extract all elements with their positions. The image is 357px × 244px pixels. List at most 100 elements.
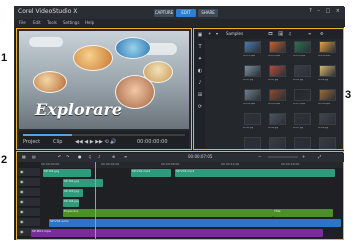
track-eye-icon[interactable]: ◉: [20, 189, 24, 194]
clip-label: SP-V04.wmv: [50, 219, 69, 223]
timeline-clip[interactable]: SP-V03.mp4: [175, 169, 335, 177]
library-panel: ▣ T ✦ ◐ ♪ ⊞ ⟳ + ▾ Samples 🎞 🖼 ♫ ≡ ⚙ SP-V…: [193, 28, 344, 153]
track-eye-icon[interactable]: ◉: [20, 199, 24, 204]
auto-music-icon[interactable]: ♪: [98, 154, 101, 159]
video-filter-icon[interactable]: 🎞: [268, 31, 273, 36]
menu-file[interactable]: File: [19, 19, 26, 27]
timeline-view-icon[interactable]: ▤: [32, 154, 36, 159]
track-eye-icon[interactable]: ◉: [20, 229, 24, 234]
timeline-clip[interactable]: SP-I02.jpg: [63, 179, 103, 187]
subtitle-icon[interactable]: ≡: [124, 154, 127, 159]
clip-label: SP-M01.mpa: [32, 229, 51, 233]
title-icon[interactable]: T: [196, 44, 204, 51]
library-thumb[interactable]: SP-V03.mp4: [292, 41, 314, 61]
track-eye-icon[interactable]: ◉: [20, 169, 24, 174]
library-thumb[interactable]: SP-I03.jpg: [292, 65, 314, 85]
scrub-bar[interactable]: [23, 134, 185, 136]
motion-tracking-icon[interactable]: ⊕: [112, 154, 115, 159]
redo-icon[interactable]: ↷: [66, 154, 69, 159]
prev-frame-icon[interactable]: ◀: [84, 139, 88, 145]
timeline-clip[interactable]: SP-M01.mpa: [31, 229, 323, 237]
next-frame-icon[interactable]: ▶▶: [95, 139, 103, 145]
menu-tools[interactable]: Tools: [47, 19, 57, 27]
photo-filter-icon[interactable]: 🖼: [278, 31, 283, 36]
track-header[interactable]: ◉: [18, 218, 40, 227]
library-thumb[interactable]: SP-V08.mp4: [317, 89, 339, 109]
playhead[interactable]: [95, 162, 96, 240]
audio-filter-icon[interactable]: ♫: [288, 31, 292, 36]
timeline-clip[interactable]: SP-I04.jpg: [63, 199, 79, 207]
preview-window[interactable]: Explorare: [19, 31, 189, 129]
repeat-icon[interactable]: ⟲: [105, 139, 109, 145]
audio-icon[interactable]: ♪: [196, 80, 204, 87]
library-thumb[interactable]: SP-I05.jpg: [242, 113, 264, 133]
tab-edit[interactable]: EDIT: [176, 9, 196, 17]
track-eye-icon[interactable]: ◉: [20, 209, 24, 214]
zoom-in-icon[interactable]: +: [302, 154, 305, 159]
track-header[interactable]: ◉: [18, 178, 40, 187]
timeline-clip[interactable]: SP-V04.wmv: [49, 219, 341, 227]
mode-project[interactable]: Project: [23, 139, 40, 145]
undo-icon[interactable]: ↶: [58, 154, 61, 159]
player-timecode: 00:00:00:00: [137, 139, 168, 145]
storyboard-view-icon[interactable]: ▦: [22, 154, 26, 159]
list-view-icon[interactable]: ≡: [308, 31, 311, 36]
thumb-image: [244, 113, 261, 125]
thumb-image: [269, 65, 286, 77]
tab-share[interactable]: SHARE: [198, 9, 218, 17]
mixer-icon[interactable]: ♫: [88, 154, 92, 159]
library-thumb[interactable]: SP-I01.jpg: [242, 65, 264, 85]
library-thumb[interactable]: SP-V02.mp4: [267, 41, 289, 61]
zoom-out-icon[interactable]: −: [258, 154, 261, 159]
photo-bubble: [115, 37, 151, 59]
timeline-clip[interactable]: SP-I03.jpg: [63, 189, 83, 197]
media-icon[interactable]: ▣: [196, 32, 204, 39]
play-icon[interactable]: ▶: [90, 139, 94, 145]
menu-settings[interactable]: Settings: [63, 19, 79, 27]
library-thumb[interactable]: SP-V07.mp4: [292, 89, 314, 109]
clip-label: SP-I01.jpg: [44, 169, 60, 173]
track-header[interactable]: ◉: [18, 188, 40, 197]
library-thumb[interactable]: SP-I07.jpg: [292, 113, 314, 133]
library-thumb[interactable]: SP-V06.mp4: [267, 89, 289, 109]
transition-icon[interactable]: ◐: [196, 68, 204, 75]
library-thumb[interactable]: SP-I06.jpg: [267, 113, 289, 133]
menu-help[interactable]: Help: [85, 19, 94, 27]
volume-icon[interactable]: 🔊: [110, 139, 116, 145]
timeline-clip[interactable]: SP-I01.jpg: [43, 169, 91, 177]
playback-bar: Project Clip ◀◀ ◀ ▶ ▶▶ ⟲ 🔊 00:00:00:00: [19, 131, 189, 148]
library-thumb[interactable]: SP-V05.mp4: [242, 89, 264, 109]
timeline-clip[interactable]: Title: [273, 209, 333, 217]
library-thumb[interactable]: SP-V01.mp4: [242, 41, 264, 61]
track-eye-icon[interactable]: ◉: [20, 179, 24, 184]
menu-edit[interactable]: Edit: [33, 19, 41, 27]
track-header[interactable]: ◉: [18, 168, 40, 177]
effect-icon[interactable]: ✦: [196, 56, 204, 63]
settings-icon[interactable]: ⚙: [320, 31, 324, 36]
track-header[interactable]: ◉: [18, 198, 40, 207]
library-thumb[interactable]: SP-I08.jpg: [317, 113, 339, 133]
clip-label: Title: [274, 209, 281, 213]
record-icon[interactable]: ●: [78, 154, 82, 159]
motion-icon[interactable]: ⟳: [196, 104, 204, 111]
tab-capture[interactable]: CAPTURE: [154, 9, 174, 17]
fit-project-icon[interactable]: ⤢: [318, 154, 321, 159]
app-window: Corel VideoStudio X CAPTURE EDIT SHARE ?…: [14, 6, 345, 240]
thumb-label: SP-V03.mp4: [293, 55, 306, 57]
callout-2: 2: [1, 154, 8, 166]
dropdown-icon[interactable]: ▾: [216, 31, 218, 36]
library-thumb[interactable]: SP-I02.jpg: [267, 65, 289, 85]
library-thumb[interactable]: SP-I04.jpg: [317, 65, 339, 85]
zoom-slider[interactable]: [268, 156, 298, 158]
add-icon[interactable]: +: [208, 31, 211, 36]
track-eye-icon[interactable]: ◉: [20, 219, 24, 224]
library-thumb[interactable]: SP-V04.wmv: [317, 41, 339, 61]
track-header[interactable]: ◉: [18, 208, 40, 217]
mode-clip[interactable]: Clip: [53, 139, 62, 145]
window-controls[interactable]: ? – □ ×: [309, 8, 342, 14]
graphics-icon[interactable]: ⊞: [196, 92, 204, 99]
player-panel: Explorare Project Clip ◀◀ ◀ ▶ ▶▶ ⟲ 🔊 00:…: [16, 28, 192, 150]
rewind-icon[interactable]: ◀◀: [75, 139, 83, 145]
thumb-image: [319, 113, 336, 125]
timeline-clip[interactable]: SP-V02.mp4: [131, 169, 171, 177]
